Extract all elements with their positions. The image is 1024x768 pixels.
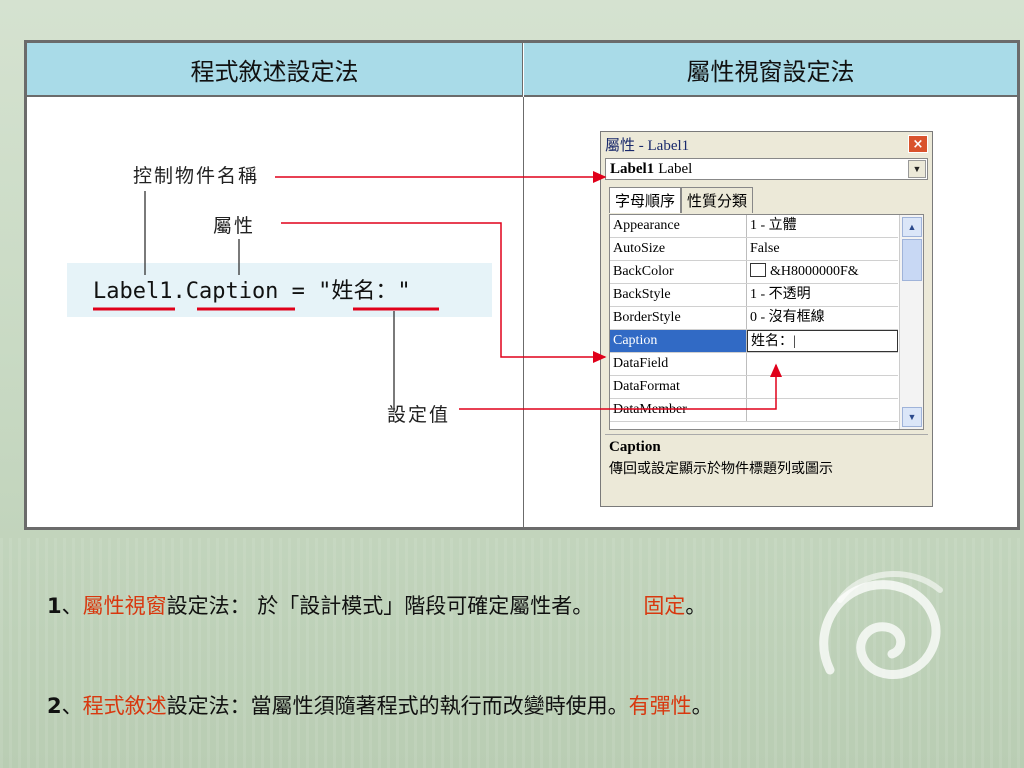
note-end: 。: [685, 594, 707, 618]
note-highlight: 程式敘述: [82, 694, 167, 718]
black-leader-lines: [144, 191, 395, 411]
note-end: 。: [691, 694, 713, 718]
note-keyword: 有彈性: [628, 694, 692, 718]
note-text: 設定法： 於「設計模式」階段可確定屬性者。: [166, 594, 594, 618]
decorative-swirl-emblem: [819, 571, 943, 679]
annotation-connectors: [93, 171, 782, 411]
note-separator: 、: [61, 694, 83, 718]
note-number: 1: [47, 594, 62, 618]
note-text: 設定法：當屬性須隨著程式的執行而改變時使用。: [166, 694, 629, 718]
note-number: 2: [47, 694, 62, 718]
note-line-2: 2、程式敘述設定法：當屬性須隨著程式的執行而改變時使用。有彈性。: [47, 690, 713, 720]
red-arrows: [275, 171, 782, 410]
comparison-table: 程式敘述設定法 屬性視窗設定法 Label1.Caption = "姓名：" 控…: [24, 40, 1020, 530]
note-highlight: 屬性視窗: [82, 594, 167, 618]
note-separator: 、: [61, 594, 83, 618]
note-keyword: 固定: [643, 594, 686, 618]
note-line-1: 1、屬性視窗設定法： 於「設計模式」階段可確定屬性者。 固定。: [47, 590, 706, 620]
